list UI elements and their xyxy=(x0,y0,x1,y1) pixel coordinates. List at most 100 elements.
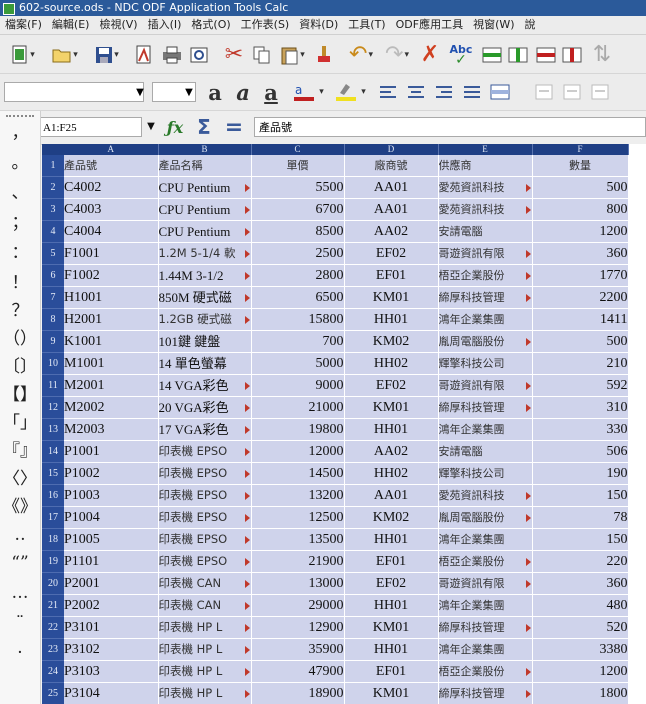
row-header[interactable]: 21 xyxy=(42,594,64,617)
symbol-diaeresis[interactable]: ¨ xyxy=(0,613,40,633)
quantity-cell[interactable]: 800 xyxy=(532,198,629,221)
column-header-d[interactable]: D xyxy=(344,144,439,155)
quantity-cell[interactable]: 220 xyxy=(532,550,629,573)
product-name-cell[interactable]: 101鍵 鍵盤 xyxy=(158,330,252,353)
product-id-cell[interactable]: P1004 xyxy=(64,506,159,529)
select-all-corner[interactable] xyxy=(42,144,64,155)
row-header[interactable]: 2 xyxy=(42,176,64,199)
row-header[interactable]: 24 xyxy=(42,660,64,683)
supplier-cell[interactable]: 愛苑資訊科技 xyxy=(438,176,533,199)
quantity-cell[interactable]: 78 xyxy=(532,506,629,529)
supplier-cell[interactable]: 哥遊資訊有限 xyxy=(438,374,533,397)
name-box[interactable]: A1:F25 xyxy=(38,117,142,137)
row-header[interactable]: 23 xyxy=(42,638,64,661)
product-id-cell[interactable]: H2001 xyxy=(64,308,159,331)
print-preview-button[interactable] xyxy=(188,43,212,67)
vendor-id-cell[interactable]: EF01 xyxy=(344,660,439,683)
quantity-cell[interactable]: 1800 xyxy=(532,682,629,704)
unit-price-cell[interactable]: 6500 xyxy=(251,286,345,309)
quantity-cell[interactable]: 500 xyxy=(532,176,629,199)
product-name-cell[interactable]: CPU Pentium xyxy=(158,176,252,199)
unit-price-cell[interactable]: 8500 xyxy=(251,220,345,243)
vendor-id-cell[interactable]: HH02 xyxy=(344,462,439,485)
row-header[interactable]: 6 xyxy=(42,264,64,287)
supplier-cell[interactable]: 梧亞企業股份 xyxy=(438,660,533,683)
menu-file[interactable]: 檔案(F) xyxy=(0,16,47,34)
product-name-cell[interactable]: 1.2GB 硬式磁 xyxy=(158,308,252,331)
quantity-cell[interactable]: 3380 xyxy=(532,638,629,661)
sort-button[interactable]: ⇅ xyxy=(590,43,614,67)
product-name-cell[interactable]: 印表機 EPSO xyxy=(158,528,252,551)
font-name-dropdown-icon[interactable]: ▼ xyxy=(132,83,148,101)
row-header[interactable]: 15 xyxy=(42,462,64,485)
product-id-cell[interactable]: C4003 xyxy=(64,198,159,221)
product-name-cell[interactable]: 印表機 HP L xyxy=(158,616,252,639)
quantity-cell[interactable]: 2200 xyxy=(532,286,629,309)
supplier-cell[interactable]: 愛苑資訊科技 xyxy=(438,198,533,221)
align-left-button[interactable] xyxy=(376,80,400,104)
product-name-cell[interactable]: 印表機 CAN xyxy=(158,572,252,595)
symbol-question[interactable]: ？ xyxy=(0,301,40,321)
vendor-id-cell[interactable]: KM01 xyxy=(344,286,439,309)
product-name-cell[interactable]: 印表機 EPSO xyxy=(158,550,252,573)
font-name-select[interactable] xyxy=(4,82,144,102)
product-name-cell[interactable]: 850M 硬式磁 xyxy=(158,286,252,309)
menu-insert[interactable]: 插入(I) xyxy=(143,16,187,34)
vendor-id-cell[interactable]: AA01 xyxy=(344,176,439,199)
highlight-button[interactable]: ▾ xyxy=(330,80,370,104)
symbol-corner-brackets[interactable]: 「」 xyxy=(0,413,40,433)
row-header[interactable]: 4 xyxy=(42,220,64,243)
product-name-cell[interactable]: 14 單色螢幕 xyxy=(158,352,252,375)
quantity-cell[interactable]: 1200 xyxy=(532,220,629,243)
quantity-cell[interactable]: 506 xyxy=(532,440,629,463)
print-button[interactable] xyxy=(160,43,184,67)
product-name-cell[interactable]: 印表機 HP L xyxy=(158,660,252,683)
redo-button[interactable]: ↷ ▾ xyxy=(380,43,414,67)
product-id-cell[interactable]: P3103 xyxy=(64,660,159,683)
font-size-dropdown-icon[interactable]: ▼ xyxy=(182,83,196,101)
product-name-cell[interactable]: 印表機 HP L xyxy=(158,682,252,704)
product-name-cell[interactable]: 印表機 HP L xyxy=(158,638,252,661)
menu-tools[interactable]: 工具(T) xyxy=(343,16,390,34)
quantity-cell[interactable]: 1411 xyxy=(532,308,629,331)
vendor-id-cell[interactable]: AA01 xyxy=(344,484,439,507)
formula-input[interactable]: 產品號 xyxy=(254,117,646,137)
product-id-cell[interactable]: K1001 xyxy=(64,330,159,353)
vendor-id-cell[interactable]: KM02 xyxy=(344,330,439,353)
unit-price-cell[interactable]: 29000 xyxy=(251,594,345,617)
header-cell[interactable]: 產品名稱 xyxy=(158,155,252,177)
symbol-ellipsis[interactable]: … xyxy=(0,583,40,603)
product-name-cell[interactable]: 印表機 EPSO xyxy=(158,506,252,529)
symbol-white-corner-brackets[interactable]: 『』 xyxy=(0,441,40,461)
supplier-cell[interactable]: 安請電腦 xyxy=(438,220,533,243)
product-name-cell[interactable]: 1.2M 5-1/4 軟 xyxy=(158,242,252,265)
bold-button[interactable]: a xyxy=(204,80,226,105)
header-cell[interactable]: 產品號 xyxy=(64,155,159,177)
vendor-id-cell[interactable]: KM02 xyxy=(344,506,439,529)
quantity-cell[interactable]: 520 xyxy=(532,616,629,639)
quantity-cell[interactable]: 150 xyxy=(532,484,629,507)
unit-price-cell[interactable]: 2800 xyxy=(251,264,345,287)
row-header[interactable]: 20 xyxy=(42,572,64,595)
product-name-cell[interactable]: CPU Pentium xyxy=(158,220,252,243)
row-header[interactable]: 13 xyxy=(42,418,64,441)
product-id-cell[interactable]: P1002 xyxy=(64,462,159,485)
product-id-cell[interactable]: M2003 xyxy=(64,418,159,441)
symbol-tortoise-brackets[interactable]: 〔〕 xyxy=(0,357,40,377)
row-header[interactable]: 5 xyxy=(42,242,64,265)
quantity-cell[interactable]: 190 xyxy=(532,462,629,485)
supplier-cell[interactable]: 鴻年企業集團 xyxy=(438,528,533,551)
italic-button[interactable]: a xyxy=(232,80,254,105)
supplier-cell[interactable]: 梧亞企業股份 xyxy=(438,550,533,573)
unit-price-cell[interactable]: 6700 xyxy=(251,198,345,221)
justify-button[interactable] xyxy=(460,80,484,104)
unit-price-cell[interactable]: 5000 xyxy=(251,352,345,375)
vendor-id-cell[interactable]: EF01 xyxy=(344,264,439,287)
unit-price-cell[interactable]: 5500 xyxy=(251,176,345,199)
unit-price-cell[interactable]: 47900 xyxy=(251,660,345,683)
unit-price-cell[interactable]: 18900 xyxy=(251,682,345,704)
font-color-button[interactable]: a ▾ xyxy=(288,80,328,104)
column-header-a[interactable]: A xyxy=(64,144,159,155)
product-id-cell[interactable]: F1002 xyxy=(64,264,159,287)
column-header-b[interactable]: B xyxy=(158,144,252,155)
